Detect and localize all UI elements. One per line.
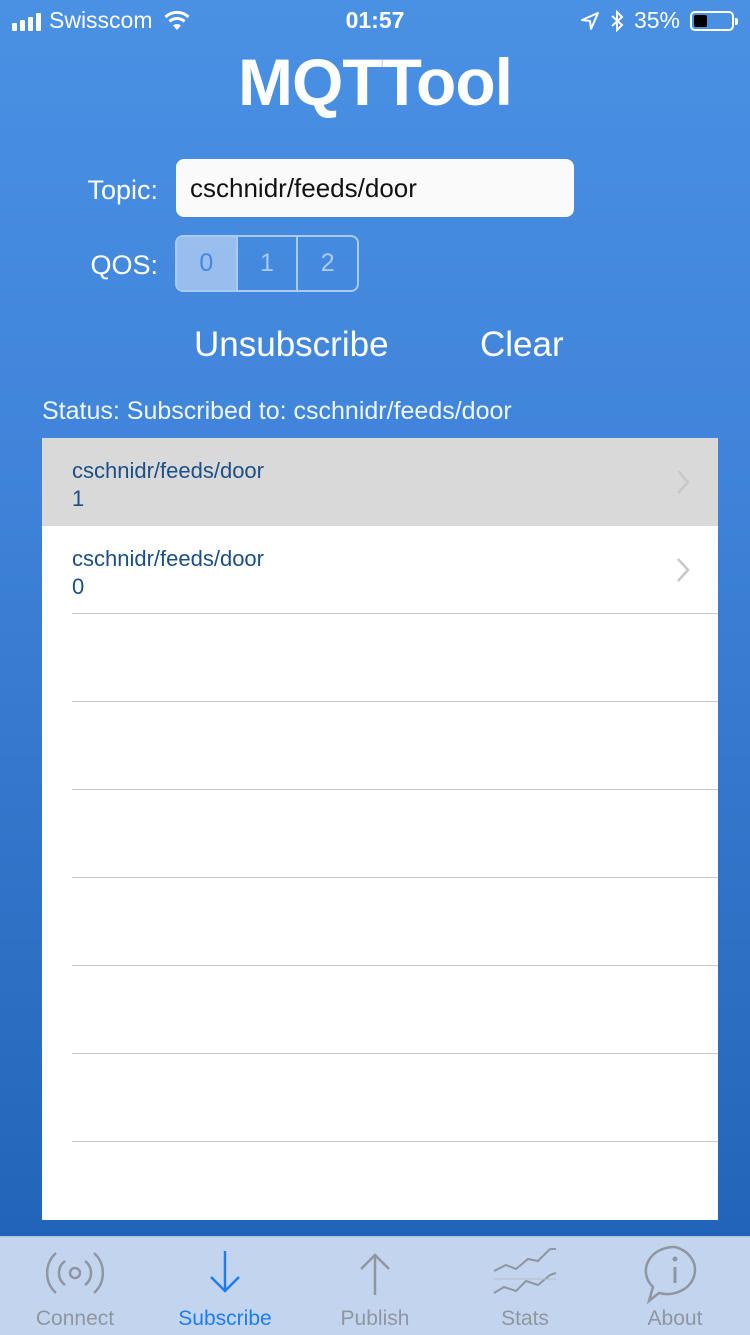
- message-payload: 0: [72, 574, 85, 599]
- empty-row: [42, 702, 718, 790]
- status-bar: Swisscom 01:57 35%: [0, 0, 750, 40]
- tab-label: Connect: [35, 1307, 115, 1330]
- qos-segmented-control: 0 1 2: [175, 235, 359, 292]
- tab-label: Stats: [501, 1307, 549, 1330]
- row-separator: [72, 1141, 718, 1142]
- tab-stats[interactable]: Stats: [450, 1237, 600, 1335]
- chevron-right-icon: [677, 470, 690, 494]
- tab-label: About: [647, 1307, 703, 1330]
- arrow-up-icon: [360, 1253, 390, 1295]
- message-topic: cschnidr/feeds/door: [72, 458, 264, 483]
- topic-input[interactable]: [176, 159, 574, 217]
- tab-bar: Connect Subscribe Publish Stats About: [0, 1236, 750, 1335]
- stats-icon: [493, 1248, 557, 1294]
- app-title: MQTTool: [237, 45, 513, 119]
- unsubscribe-button[interactable]: Unsubscribe: [194, 325, 389, 365]
- empty-row: [42, 878, 718, 966]
- location-icon: [580, 11, 599, 30]
- qos-option-0[interactable]: 0: [177, 237, 236, 290]
- message-topic: cschnidr/feeds/door: [72, 546, 264, 571]
- bluetooth-icon: [611, 9, 624, 32]
- empty-row: [42, 614, 718, 702]
- tab-label: Subscribe: [178, 1307, 272, 1330]
- empty-row: [42, 790, 718, 878]
- message-payload: 1: [72, 486, 85, 511]
- battery-percent: 35%: [633, 7, 680, 33]
- broadcast-icon: [45, 1252, 105, 1294]
- tab-label: Publish: [340, 1307, 410, 1330]
- qos-label: QOS:: [90, 250, 158, 280]
- battery-icon: [690, 10, 738, 31]
- message-row[interactable]: cschnidr/feeds/door 0: [42, 526, 718, 614]
- message-row[interactable]: cschnidr/feeds/door 1: [42, 438, 718, 526]
- qos-option-1[interactable]: 1: [235, 237, 297, 290]
- qos-option-2[interactable]: 2: [296, 237, 357, 290]
- arrow-down-icon: [210, 1251, 240, 1293]
- clear-button[interactable]: Clear: [480, 325, 564, 365]
- messages-table[interactable]: cschnidr/feeds/door 1 cschnidr/feeds/doo…: [42, 438, 718, 1220]
- status-text: Status: Subscribed to: cschnidr/feeds/do…: [42, 397, 512, 425]
- empty-row: [42, 1054, 718, 1142]
- tab-about[interactable]: About: [600, 1237, 750, 1335]
- tab-subscribe[interactable]: Subscribe: [150, 1237, 300, 1335]
- status-bar-right: 35%: [580, 7, 738, 34]
- chevron-right-icon: [677, 558, 690, 582]
- info-icon: [644, 1245, 697, 1305]
- empty-row: [42, 966, 718, 1054]
- tab-connect[interactable]: Connect: [0, 1237, 150, 1335]
- topic-label: Topic:: [87, 175, 158, 205]
- tab-publish[interactable]: Publish: [300, 1237, 450, 1335]
